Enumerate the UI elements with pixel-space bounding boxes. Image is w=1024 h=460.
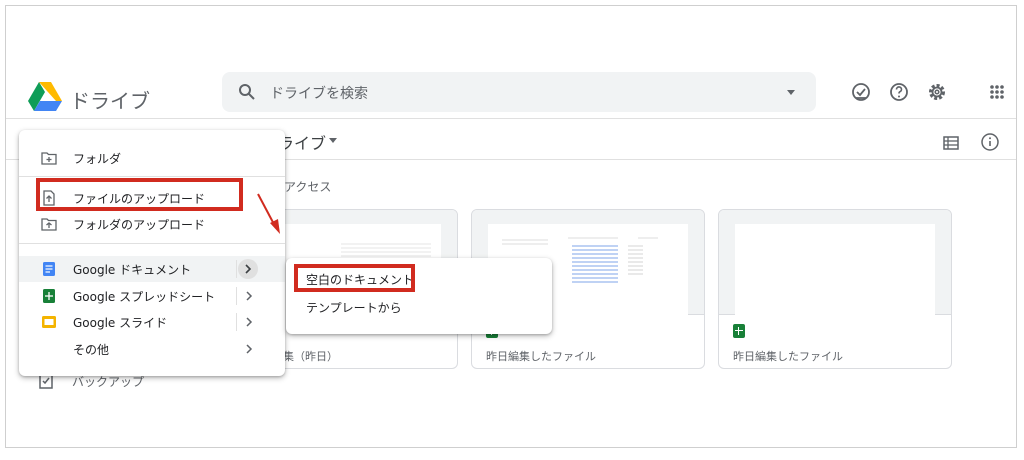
search-options-icon[interactable]	[782, 83, 800, 101]
google-docs-icon	[43, 262, 55, 276]
file-thumbnail	[719, 210, 951, 316]
highlight-box-file-upload	[36, 178, 243, 211]
chevron-right-icon[interactable]	[243, 316, 255, 328]
new-item-menu: フォルダ ファイルのアップロード フォルダのアップロード Google ドキュメ…	[19, 130, 285, 376]
search-bar[interactable]: ドライブを検索	[222, 72, 816, 112]
list-view-icon[interactable]	[942, 134, 960, 152]
menu-item-google-slides[interactable]: Google スライド	[19, 309, 285, 335]
settings-icon[interactable]	[926, 81, 948, 103]
submenu-item-from-template[interactable]: テンプレートから	[306, 299, 402, 316]
info-icon[interactable]	[980, 132, 1000, 152]
menu-item-label: その他	[73, 343, 110, 357]
arrow-annotation	[257, 193, 280, 234]
menu-item-google-docs[interactable]: Google ドキュメント	[19, 256, 285, 282]
search-icon[interactable]	[238, 83, 256, 101]
menu-divider	[19, 176, 285, 177]
breadcrumb[interactable]: ライブ	[278, 130, 326, 154]
google-sheets-icon	[43, 289, 55, 303]
chevron-right-icon[interactable]	[243, 343, 255, 355]
menu-divider	[19, 243, 285, 244]
menu-item-separator	[236, 260, 237, 278]
search-input[interactable]: ドライブを検索	[270, 83, 368, 103]
menu-item-separator	[236, 287, 237, 305]
apps-grid-icon[interactable]	[986, 81, 1008, 103]
menu-item-label: Google スプレッドシート	[73, 290, 216, 304]
file-meta: 昨日編集したファイル	[733, 350, 843, 363]
highlight-box-blank-document	[294, 264, 415, 292]
menu-item-label: フォルダ	[73, 152, 122, 166]
google-slides-icon	[42, 316, 56, 328]
drive-logo[interactable]	[28, 82, 62, 112]
breadcrumb-dropdown-icon[interactable]	[329, 138, 337, 143]
google-sheets-icon	[733, 324, 745, 338]
menu-item-label: フォルダのアップロード	[73, 218, 206, 232]
help-icon[interactable]	[888, 81, 910, 103]
chevron-right-icon[interactable]	[242, 263, 254, 275]
chevron-right-icon[interactable]	[243, 290, 255, 302]
menu-item-more[interactable]: その他	[19, 336, 285, 362]
app-title: ドライブ	[70, 89, 150, 113]
file-card[interactable]: 昨日編集したファイル	[718, 209, 952, 369]
folder-plus-icon	[41, 152, 57, 165]
quick-access-label: アクセス	[284, 180, 332, 194]
menu-item-folder-upload[interactable]: フォルダのアップロード	[19, 211, 285, 237]
app-window: ドライブ ドライブを検索 ライブ アクセス さんが編集（昨日） 昨日編集したファ…	[5, 5, 1017, 448]
menu-item-label: Google ドキュメント	[73, 263, 192, 277]
checkmark-circle-icon[interactable]	[850, 81, 872, 103]
folder-upload-icon	[41, 218, 57, 231]
header-divider	[6, 118, 1016, 119]
menu-item-folder[interactable]: フォルダ	[19, 145, 285, 171]
menu-item-label: Google スライド	[73, 316, 168, 330]
file-meta: 昨日編集したファイル	[486, 350, 596, 363]
menu-item-separator	[236, 313, 237, 331]
menu-item-google-sheets[interactable]: Google スプレッドシート	[19, 283, 285, 309]
thumbnail-page	[735, 224, 935, 316]
